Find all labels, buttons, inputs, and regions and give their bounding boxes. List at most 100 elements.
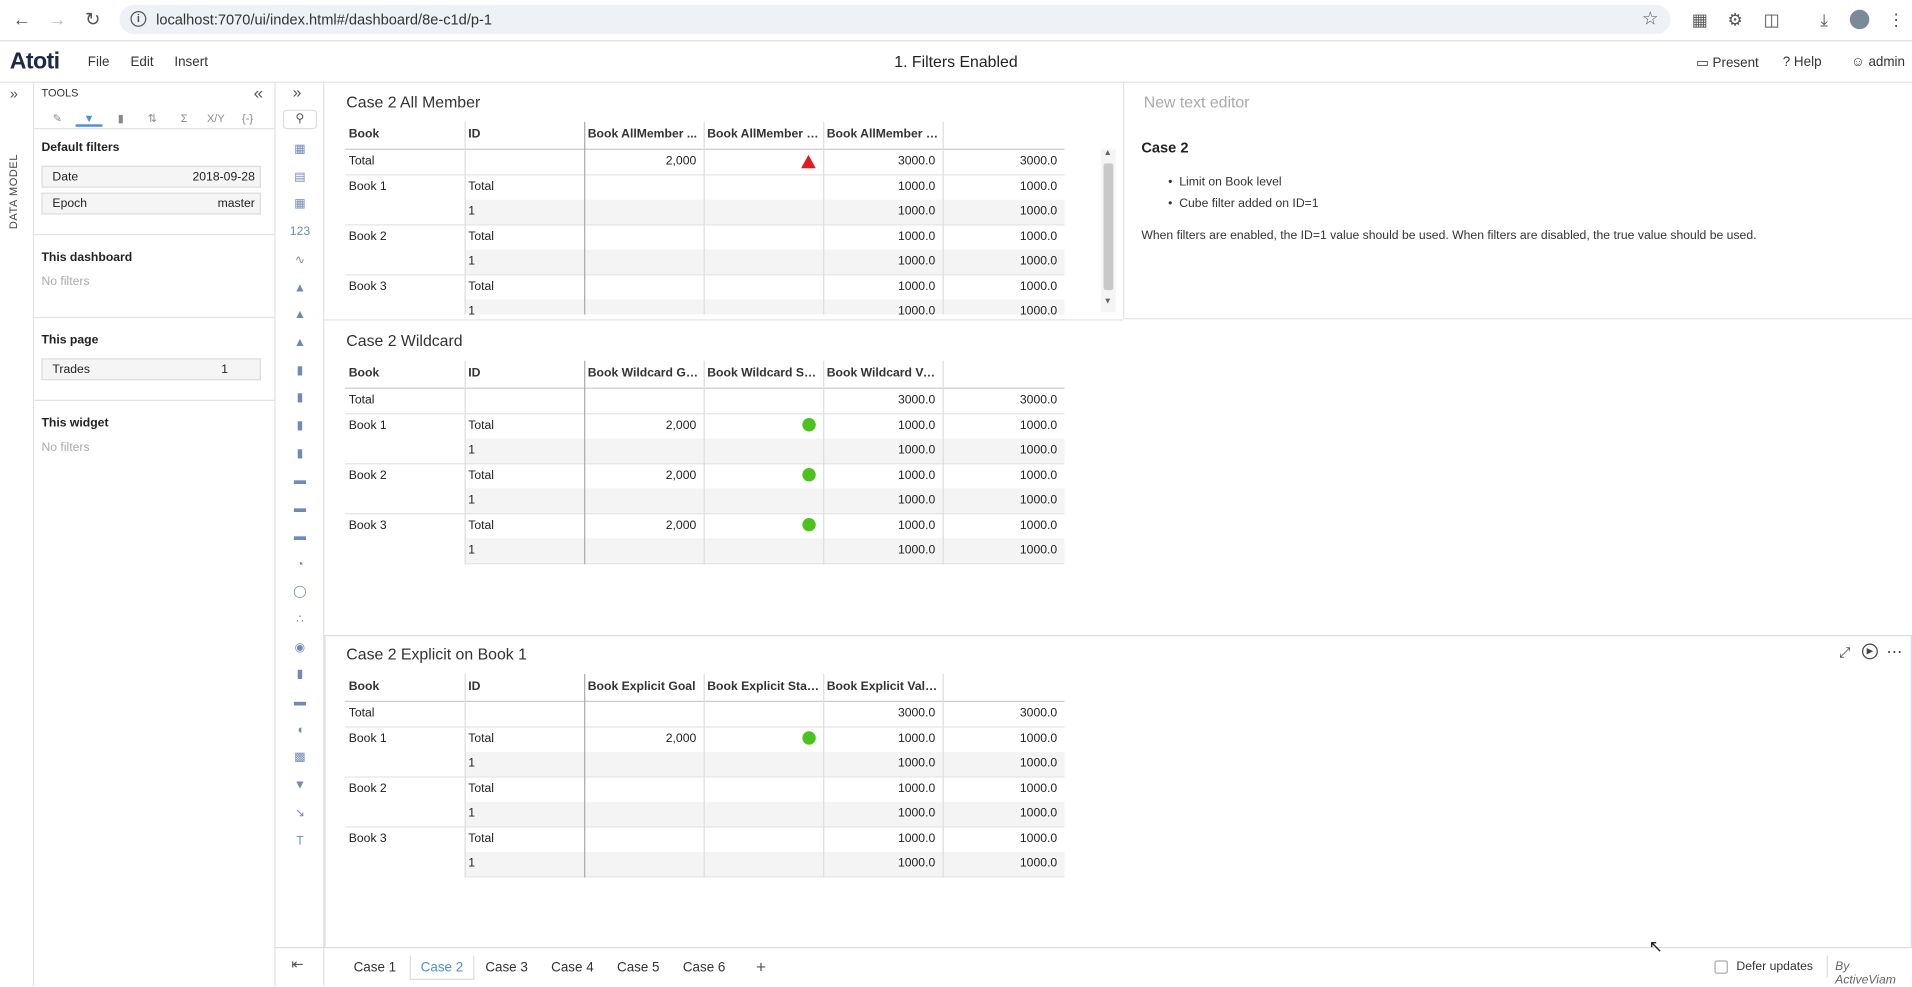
text-editor-icon[interactable]: T [288, 833, 312, 850]
pivot-table[interactable]: Book ID Book Wildcard Goal Book Wildcard St… [345, 360, 1065, 565]
donut-chart-icon[interactable]: ◯ [288, 584, 312, 601]
column-header[interactable]: Book Wildcard Goal [588, 361, 700, 388]
menu-file[interactable]: File [88, 55, 110, 70]
vertical-scrollbar[interactable]: ▲ ▼ [1101, 148, 1116, 313]
back-icon[interactable]: ← [10, 9, 34, 33]
data-model-tab[interactable]: DATA MODEL [7, 119, 19, 229]
filter-epoch[interactable]: Epoch master [41, 192, 261, 215]
collapse-panel-icon[interactable]: « [254, 83, 264, 103]
address-bar[interactable]: i localhost:7070/ui/index.html#/dashboar… [119, 4, 1671, 35]
download-icon[interactable]: ⤓ [1813, 9, 1835, 31]
column-header[interactable]: ID [468, 361, 580, 388]
column-header[interactable]: ID [468, 122, 580, 149]
pivot-table[interactable]: Book ID Book Explicit Goal Book Explicit St… [345, 673, 1065, 878]
reload-icon[interactable]: ↻ [80, 9, 104, 33]
extension-icon[interactable]: ▦ [1689, 9, 1711, 31]
column-header[interactable]: Book Explicit Status [707, 674, 819, 701]
expand-palette-icon[interactable]: » [293, 83, 302, 101]
page-tab[interactable]: Case 4 [541, 956, 603, 980]
line-chart-icon[interactable]: ∿ [288, 252, 312, 269]
percent-area-icon[interactable]: ▲ [288, 335, 312, 352]
column-header[interactable]: Book [349, 674, 461, 701]
goal-cell: 2,000 [665, 154, 697, 169]
paint-icon[interactable]: ▮ [107, 110, 134, 127]
more-vert-icon[interactable]: ⋮ [1885, 9, 1907, 31]
text-editor-widget[interactable]: New text editor Case 2 • Limit on Book l… [1123, 82, 1912, 320]
menu-edit[interactable]: Edit [130, 55, 153, 70]
expand-panel-icon[interactable]: » [10, 85, 18, 102]
filter-trades[interactable]: Trades 1 [41, 358, 261, 381]
forward-icon[interactable]: → [45, 9, 69, 33]
clustered-column-icon[interactable]: ▮ [288, 390, 312, 407]
present-button[interactable]: ▭ Present [1696, 55, 1759, 71]
column-header[interactable]: Book AllMember ... [588, 122, 700, 149]
bar-chart-icon[interactable]: ▬ [288, 473, 312, 490]
page-tab[interactable]: Case 3 [476, 956, 538, 980]
profile-avatar[interactable] [1849, 9, 1870, 30]
column-header[interactable]: Book Wildcard Val... [827, 361, 939, 388]
site-info-icon[interactable]: i [130, 10, 147, 27]
play-icon[interactable]: ▶ [1861, 643, 1878, 660]
add-page-button[interactable]: + [746, 956, 775, 980]
scroll-down-icon[interactable]: ▼ [1104, 297, 1112, 306]
stacked-area-icon[interactable]: ▲ [288, 307, 312, 324]
column-header[interactable]: Book Wildcard Sta... [707, 361, 819, 388]
page-tab[interactable]: Case 6 [673, 956, 735, 980]
puzzle-extensions-icon[interactable]: ◫ [1761, 9, 1783, 31]
table-icon[interactable]: ▦ [288, 197, 312, 214]
waterfall-icon[interactable]: ▮ [288, 667, 312, 684]
column-chart-icon[interactable]: ▮ [288, 363, 312, 380]
treemap-icon[interactable]: ▩ [288, 750, 312, 767]
settings-gear-icon[interactable]: ⚙ [1724, 9, 1746, 31]
gauge-icon[interactable]: ◖ [288, 722, 312, 739]
scroll-up-icon[interactable]: ▲ [1104, 149, 1112, 158]
xy-icon[interactable]: X/Y [202, 110, 229, 127]
kpi-icon[interactable]: 123 [288, 224, 312, 241]
column-header[interactable]: Book AllMember S... [707, 122, 819, 149]
pencil-icon[interactable]: ✎ [44, 110, 71, 127]
sliders-icon[interactable]: ⇅ [139, 110, 166, 127]
column-header[interactable]: ID [468, 674, 580, 701]
more-options-icon[interactable]: ⋯ [1886, 642, 1902, 662]
stacked-bar-icon[interactable]: ▬ [288, 529, 312, 546]
json-icon[interactable]: {-} [234, 110, 261, 127]
combo-chart-icon[interactable]: ▮ [288, 446, 312, 463]
column-header[interactable]: Book [349, 361, 461, 388]
user-menu[interactable]: ☺ admin [1851, 55, 1905, 70]
column-header[interactable]: Book AllMember V... [827, 122, 939, 149]
scatter-plot-icon[interactable]: ∴ [288, 612, 312, 629]
scrollbar-thumb[interactable] [1103, 163, 1114, 291]
column-header[interactable] [946, 674, 1061, 701]
menu-insert[interactable]: Insert [174, 55, 208, 70]
stacked-column-icon[interactable]: ▮ [288, 418, 312, 435]
value-cell: 1000.0 [1019, 418, 1058, 433]
value-cell: 1000.0 [1019, 731, 1058, 746]
page-tab[interactable]: Case 2 [409, 955, 475, 980]
bookmark-star-icon[interactable]: ☆ [1642, 7, 1658, 30]
bullet-chart-icon[interactable]: ▬ [288, 695, 312, 712]
page-tab[interactable]: Case 5 [607, 956, 669, 980]
value-cell: 1000.0 [897, 468, 936, 483]
page-tab[interactable]: Case 1 [344, 956, 406, 980]
formula-icon[interactable]: Σ [171, 110, 198, 127]
column-header[interactable] [946, 122, 1061, 149]
column-header[interactable] [946, 361, 1061, 388]
tree-table-icon[interactable]: ▤ [288, 169, 312, 186]
maximize-icon[interactable]: ⤢ [1839, 644, 1851, 662]
filter-icon[interactable]: ▼ [75, 110, 103, 127]
help-button[interactable]: ? Help [1783, 55, 1822, 70]
area-chart-icon[interactable]: ▲ [288, 280, 312, 297]
column-header[interactable]: Book Explicit Value [827, 674, 939, 701]
pie-chart-icon[interactable]: ◔ [288, 556, 312, 573]
defer-updates-checkbox[interactable] [1714, 960, 1728, 974]
bubble-icon[interactable]: ◉ [288, 639, 312, 656]
clustered-bar-icon[interactable]: ▬ [288, 501, 312, 518]
drillthrough-icon[interactable]: ↘ [288, 805, 312, 822]
column-header[interactable]: Book Explicit Goal [588, 674, 700, 701]
column-header[interactable]: Book [349, 122, 461, 149]
filter-date[interactable]: Date 2018-09-28 [41, 165, 261, 188]
pivot-table[interactable]: Book ID Book AllMember ... Book AllMember S… [345, 121, 1065, 315]
search-icon[interactable]: ⚲ [282, 109, 318, 130]
pivot-table-icon[interactable]: ▦ [288, 141, 312, 158]
funnel-icon[interactable]: ▼ [288, 778, 312, 795]
